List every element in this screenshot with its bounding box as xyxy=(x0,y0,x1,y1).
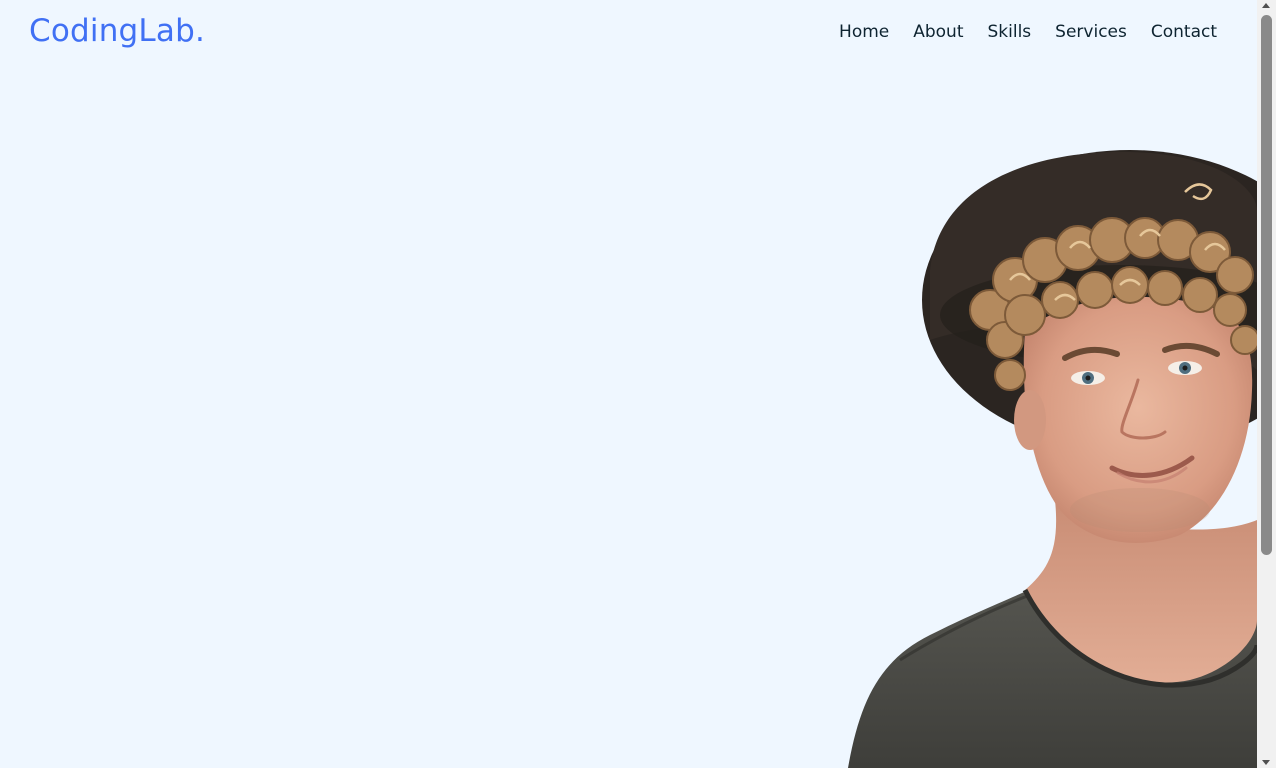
nav-item-home: Home xyxy=(839,22,889,42)
nav-link-home[interactable]: Home xyxy=(839,22,889,42)
scroll-up-arrow-icon[interactable] xyxy=(1262,3,1270,8)
nav-item-services: Services xyxy=(1055,22,1127,42)
nav-links: Home About Skills Services Contact xyxy=(839,22,1217,42)
nav-link-skills[interactable]: Skills xyxy=(988,22,1032,42)
site-logo[interactable]: CodingLab. xyxy=(29,13,205,49)
nav-item-about: About xyxy=(913,22,963,42)
nav-item-skills: Skills xyxy=(988,22,1032,42)
vertical-scrollbar[interactable] xyxy=(1257,0,1276,768)
page-viewport: CodingLab. Home About Skills Services Co… xyxy=(0,0,1257,768)
nav-item-contact: Contact xyxy=(1151,22,1217,42)
navbar: CodingLab. Home About Skills Services Co… xyxy=(0,0,1257,68)
nav-link-services[interactable]: Services xyxy=(1055,22,1127,42)
nav-link-about[interactable]: About xyxy=(913,22,963,42)
nav-link-contact[interactable]: Contact xyxy=(1151,22,1217,42)
scrollbar-thumb[interactable] xyxy=(1261,15,1272,555)
scroll-down-arrow-icon[interactable] xyxy=(1262,760,1270,765)
hero-portrait-image xyxy=(848,150,1257,768)
